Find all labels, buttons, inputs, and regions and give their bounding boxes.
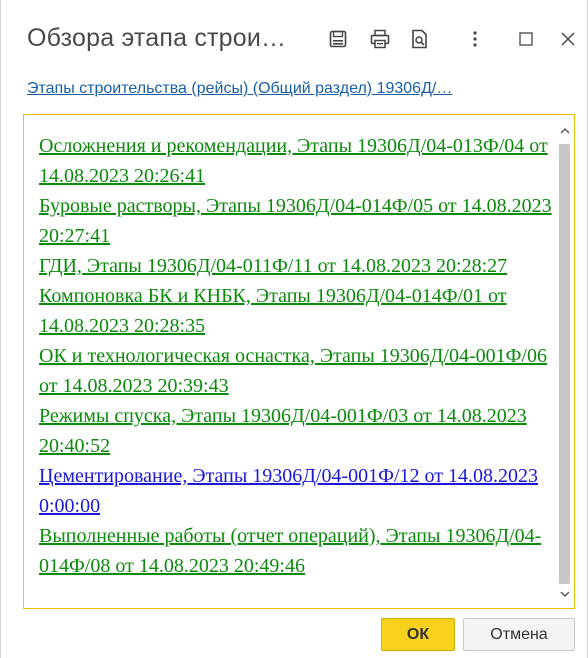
vertical-scrollbar[interactable]	[556, 116, 573, 607]
stages-list: Осложнения и рекомендации, Этапы 19306Д/…	[23, 114, 575, 609]
scroll-up-icon[interactable]	[556, 122, 573, 139]
list-item[interactable]: ГДИ, Этапы 19306Д/04-011Ф/11 от 14.08.20…	[39, 251, 554, 281]
window-title: Обзора этапа строи…	[27, 24, 287, 52]
cancel-button[interactable]: Отмена	[463, 618, 575, 651]
preview-icon[interactable]	[409, 28, 431, 50]
list-item[interactable]: Компоновка БК и КНБК, Этапы 19306Д/04-01…	[39, 281, 554, 341]
stages-list-content: Осложнения и рекомендации, Этапы 19306Д/…	[39, 131, 554, 581]
dialog-window: Обзора этапа строи… Этапы строительства …	[0, 0, 588, 658]
scroll-thumb[interactable]	[559, 144, 570, 584]
close-icon[interactable]	[557, 28, 579, 50]
list-item[interactable]: Буровые растворы, Этапы 19306Д/04-014Ф/0…	[39, 191, 554, 251]
print-icon[interactable]	[369, 28, 391, 50]
maximize-icon[interactable]	[515, 28, 537, 50]
ok-button[interactable]: ОК	[381, 618, 455, 651]
list-item[interactable]: ОК и технологическая оснастка, Этапы 193…	[39, 341, 554, 401]
title-bar: Обзора этапа строи…	[1, 0, 588, 72]
list-item[interactable]: Цементирование, Этапы 19306Д/04-001Ф/12 …	[39, 461, 554, 521]
list-item[interactable]: Осложнения и рекомендации, Этапы 19306Д/…	[39, 131, 554, 191]
list-item[interactable]: Режимы спуска, Этапы 19306Д/04-001Ф/03 о…	[39, 401, 554, 461]
more-icon[interactable]	[464, 28, 486, 50]
list-item[interactable]: Выполненные работы (отчет операций), Эта…	[39, 521, 554, 581]
construction-stages-link[interactable]: Этапы строительства (рейсы) (Общий разде…	[27, 80, 572, 98]
scroll-down-icon[interactable]	[556, 586, 573, 603]
save-icon[interactable]	[327, 28, 349, 50]
